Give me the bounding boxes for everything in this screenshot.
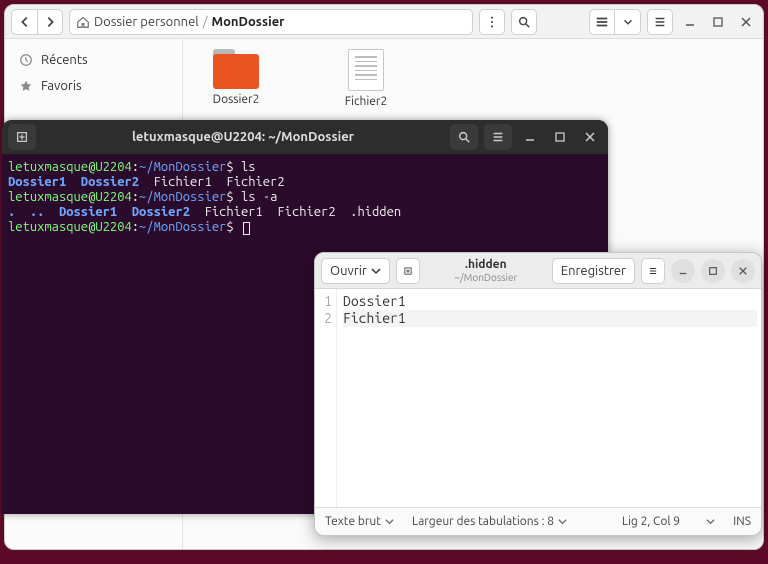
files-headerbar: Dossier personnel / MonDossier bbox=[5, 5, 763, 39]
text-editor-window: Ouvrir .hidden ~/MonDossier Enregistrer … bbox=[314, 252, 762, 536]
terminal-body[interactable]: letuxmasque@U2204:~/MonDossier$ ls Dossi… bbox=[2, 154, 608, 241]
search-button[interactable] bbox=[511, 9, 537, 35]
home-icon bbox=[76, 15, 90, 29]
terminal-title: letuxmasque@U2204: ~/MonDossier bbox=[42, 130, 444, 144]
chevron-down-icon bbox=[371, 266, 381, 276]
editor-line: Fichier1 bbox=[343, 310, 757, 327]
chevron-down-icon bbox=[558, 517, 567, 526]
text-file-icon bbox=[348, 49, 384, 91]
editor-maximize-button[interactable] bbox=[701, 259, 725, 283]
sidebar-label: Récents bbox=[41, 53, 88, 67]
cursor-position[interactable]: Lig 2, Col 9 bbox=[622, 515, 715, 528]
editor-text-area[interactable]: Dossier1 Fichier1 bbox=[337, 289, 761, 507]
location-menu-button[interactable] bbox=[479, 9, 505, 35]
folder-item[interactable]: Dossier2 bbox=[201, 49, 271, 106]
nav-buttons bbox=[11, 9, 63, 35]
forward-button[interactable] bbox=[37, 9, 63, 35]
icon-view-button[interactable] bbox=[589, 9, 615, 35]
breadcrumb[interactable]: Dossier personnel / MonDossier bbox=[69, 9, 473, 35]
open-button[interactable]: Ouvrir bbox=[321, 258, 390, 284]
editor-menu-button[interactable] bbox=[641, 258, 665, 284]
terminal-close-button[interactable] bbox=[578, 124, 602, 150]
file-label: Fichier2 bbox=[345, 95, 388, 108]
breadcrumb-home: Dossier personnel bbox=[94, 15, 199, 29]
editor-line: Dossier1 bbox=[343, 293, 757, 310]
close-button[interactable] bbox=[735, 11, 757, 33]
sidebar-favorites[interactable]: Favoris bbox=[5, 73, 182, 99]
view-buttons bbox=[589, 9, 641, 35]
editor-headerbar: Ouvrir .hidden ~/MonDossier Enregistrer bbox=[315, 253, 761, 289]
chevron-down-icon bbox=[385, 517, 394, 526]
folder-icon bbox=[213, 49, 259, 89]
view-dropdown-button[interactable] bbox=[615, 9, 641, 35]
terminal-minimize-button[interactable] bbox=[518, 124, 542, 150]
editor-body: 1 2 Dossier1 Fichier1 bbox=[315, 289, 761, 507]
editor-filename: .hidden bbox=[426, 258, 546, 271]
terminal-maximize-button[interactable] bbox=[548, 124, 572, 150]
editor-statusbar: Texte brut Largeur des tabulations : 8 L… bbox=[315, 507, 761, 535]
editor-title: .hidden ~/MonDossier bbox=[426, 258, 546, 282]
chevron-down-icon bbox=[706, 517, 715, 526]
line-number-gutter: 1 2 bbox=[315, 289, 337, 507]
breadcrumb-separator: / bbox=[203, 15, 208, 29]
terminal-search-button[interactable] bbox=[450, 124, 478, 150]
back-button[interactable] bbox=[11, 9, 37, 35]
editor-minimize-button[interactable] bbox=[671, 259, 695, 283]
clock-icon bbox=[19, 53, 33, 67]
maximize-button[interactable] bbox=[707, 11, 729, 33]
terminal-headerbar: letuxmasque@U2204: ~/MonDossier bbox=[2, 120, 608, 154]
hamburger-menu-button[interactable] bbox=[647, 9, 673, 35]
file-label: Dossier2 bbox=[213, 93, 260, 106]
terminal-cursor bbox=[243, 222, 250, 235]
star-icon bbox=[19, 79, 33, 93]
terminal-menu-button[interactable] bbox=[484, 124, 512, 150]
editor-subtitle: ~/MonDossier bbox=[426, 272, 546, 283]
breadcrumb-current: MonDossier bbox=[212, 15, 285, 29]
insert-mode[interactable]: INS bbox=[733, 515, 751, 528]
editor-close-button[interactable] bbox=[731, 259, 755, 283]
syntax-dropdown[interactable]: Texte brut bbox=[325, 515, 394, 528]
save-button[interactable]: Enregistrer bbox=[552, 258, 635, 284]
sidebar-recents[interactable]: Récents bbox=[5, 47, 182, 73]
file-item[interactable]: Fichier2 bbox=[331, 49, 401, 108]
tabwidth-dropdown[interactable]: Largeur des tabulations : 8 bbox=[412, 515, 567, 528]
new-tab-button[interactable] bbox=[396, 258, 420, 284]
minimize-button[interactable] bbox=[679, 11, 701, 33]
sidebar-label: Favoris bbox=[41, 79, 82, 93]
new-tab-button[interactable] bbox=[8, 124, 36, 150]
